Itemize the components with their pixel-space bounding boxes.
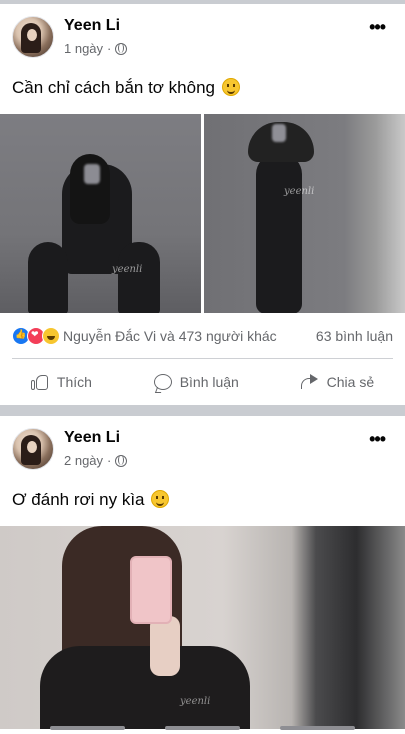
avatar-face	[27, 29, 37, 41]
author-name[interactable]: Yeen Li	[64, 429, 120, 447]
post-meta: 1 ngày ·	[64, 41, 128, 56]
comment-count[interactable]: 63 bình luận	[316, 328, 393, 344]
avatar-face	[27, 441, 37, 453]
author-name[interactable]: Yeen Li	[64, 17, 120, 35]
smile-emoji-icon	[221, 78, 240, 96]
like-button[interactable]: Thích	[30, 373, 92, 391]
globe-icon	[115, 454, 128, 467]
reactions-text[interactable]: Nguyễn Đắc Vi và 473 người khác	[63, 328, 277, 344]
phone	[130, 556, 172, 624]
post-header: Yeen Li 1 ngày · •••	[0, 4, 405, 66]
post-caption: Cần chỉ cách bắn tơ không	[0, 66, 405, 110]
post-time[interactable]: 1 ngày	[64, 41, 103, 56]
blurred-face	[84, 164, 100, 184]
post-2: Yeen Li 2 ngày · ••• Ơ đánh rơi ny kìa y…	[0, 416, 405, 729]
watermark-logo: yeenli	[180, 696, 211, 707]
watermark-logo: yeenli	[112, 264, 143, 275]
haha-reaction-icon	[42, 326, 60, 345]
figure-legs-left	[28, 242, 68, 313]
caption-text: Ơ đánh rơi ny kìa	[12, 490, 145, 509]
figure-standing	[256, 154, 302, 313]
like-label: Thích	[56, 374, 92, 390]
avatar[interactable]	[12, 16, 54, 58]
blurred-face	[272, 124, 286, 142]
avatar[interactable]	[12, 428, 54, 470]
watermark-logo: yeenli	[284, 186, 315, 197]
thumbs-up-icon	[30, 373, 49, 391]
post-photo-1[interactable]: yeenli	[0, 114, 201, 313]
figure-legs-right	[118, 242, 160, 313]
reaction-icons	[12, 326, 60, 345]
post-photo-2[interactable]: yeenli	[204, 114, 405, 313]
more-options-icon[interactable]: •••	[369, 430, 386, 448]
globe-icon	[115, 42, 128, 55]
meta-dot: ·	[107, 41, 112, 56]
comment-label: Bình luận	[179, 374, 239, 390]
scroll-indicator-left	[50, 726, 125, 730]
figure-top	[40, 646, 250, 729]
reactions-summary[interactable]: Nguyễn Đắc Vi và 473 người khác 63 bình …	[0, 313, 405, 358]
more-options-icon[interactable]: •••	[369, 18, 386, 36]
post-time[interactable]: 2 ngày	[64, 453, 103, 468]
scroll-indicator-right	[280, 726, 355, 730]
share-button[interactable]: Chia sẻ	[300, 374, 375, 390]
post-separator	[0, 405, 405, 416]
smirk-emoji-icon	[151, 490, 170, 508]
share-label: Chia sẻ	[326, 374, 375, 390]
caption-text: Cần chỉ cách bắn tơ không	[12, 78, 215, 97]
comment-bubble-icon	[153, 374, 172, 390]
post-caption: Ơ đánh rơi ny kìa	[0, 478, 405, 522]
share-arrow-icon	[300, 374, 319, 390]
post-header: Yeen Li 2 ngày · •••	[0, 416, 405, 478]
scroll-indicator-middle	[165, 726, 240, 730]
post-meta: 2 ngày ·	[64, 453, 128, 468]
post-actions: Thích Bình luận Chia sẻ	[0, 359, 405, 405]
meta-dot: ·	[107, 453, 112, 468]
post-photo[interactable]: yeenli	[0, 526, 405, 729]
comment-button[interactable]: Bình luận	[153, 374, 239, 390]
figure-arm	[150, 616, 180, 676]
post-1: Yeen Li 1 ngày · ••• Cần chỉ cách bắn tơ…	[0, 4, 405, 405]
photo-grid: yeenli yeenli	[0, 114, 405, 313]
